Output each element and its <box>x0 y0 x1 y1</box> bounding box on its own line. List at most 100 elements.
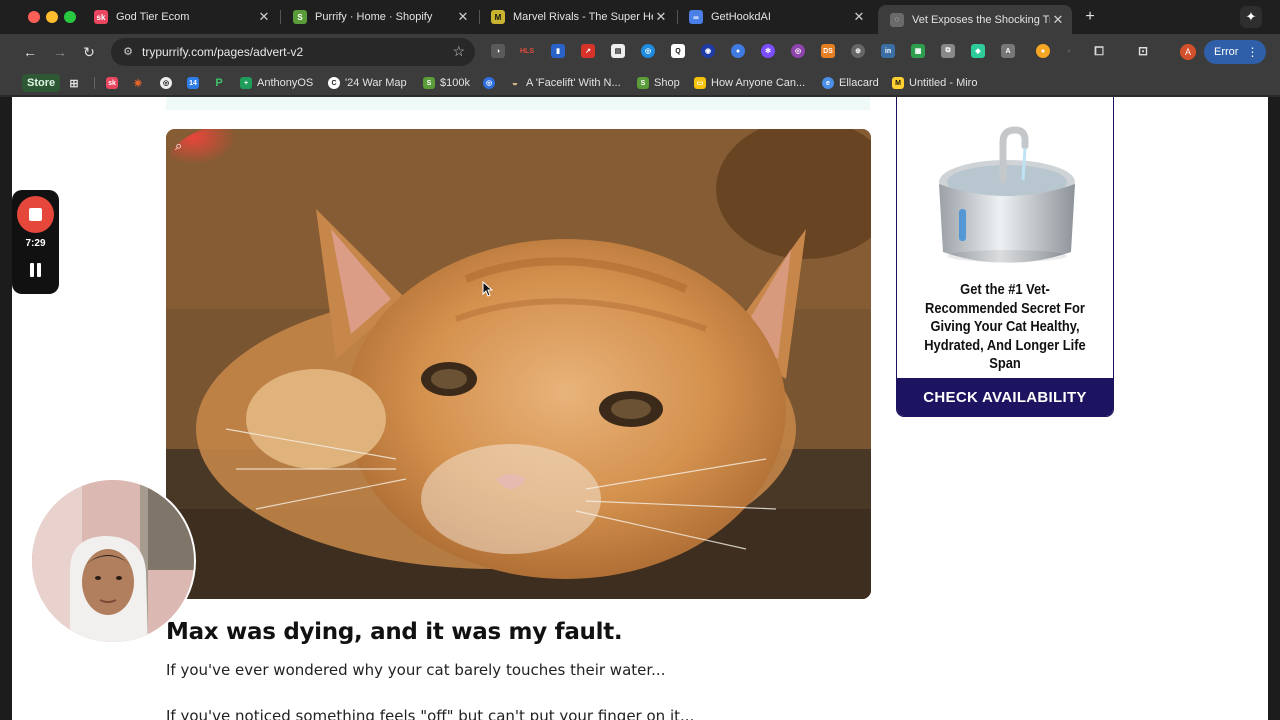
water-fountain-product-image <box>939 126 1075 263</box>
minimize-window-button[interactable] <box>46 11 58 23</box>
extension-icon[interactable]: Q <box>671 44 685 58</box>
reload-icon[interactable]: ↻ <box>80 43 98 61</box>
close-tab-icon[interactable]: ✕ <box>653 9 669 25</box>
shopify-icon: S <box>423 77 435 89</box>
article-paragraph: If you've ever wondered why your cat bar… <box>166 661 666 679</box>
tab-title: Marvel Rivals - The Super He <box>513 11 653 23</box>
extension-icon[interactable]: ✻ <box>761 44 775 58</box>
bookmark-facelift[interactable]: ◒ A 'Facelift' With N... <box>509 75 621 91</box>
site-settings-icon[interactable]: ⚙ <box>120 44 136 60</box>
tab-title: Purrify · Home · Shopify <box>315 11 433 23</box>
bookmark-label: A 'Facelift' With N... <box>526 77 621 89</box>
extension-icon[interactable]: ◉ <box>701 44 715 58</box>
ellacard-icon: e <box>822 77 834 89</box>
close-tab-icon[interactable]: ✕ <box>256 9 272 25</box>
profile-initial: A <box>1184 47 1191 57</box>
bookmark-anthonyos[interactable]: + AnthonyOS <box>240 75 313 91</box>
extension-icon[interactable]: in <box>881 44 895 58</box>
calendar-icon: 14 <box>187 77 199 89</box>
new-tab-button[interactable]: + <box>1082 8 1098 26</box>
extension-icon[interactable]: ◆ <box>971 44 985 58</box>
page-viewport[interactable]: ⌕ Max was dying, and it was my fault. If… <box>0 97 1280 720</box>
bookmark-label: $100k <box>440 77 470 89</box>
sk-logo-icon: sk <box>94 10 108 24</box>
bookmark-how-anyone[interactable]: ▭ How Anyone Can... <box>694 75 805 91</box>
extension-icon[interactable]: ⧉ <box>941 44 955 58</box>
bookmark-sunburst[interactable]: ✷ <box>132 75 149 91</box>
address-bar[interactable]: ⚙ trypurrify.com/pages/advert-v2 ☆ <box>111 38 475 66</box>
gemini-sparkle-icon[interactable]: ✦ <box>1240 6 1262 28</box>
error-label: Error <box>1214 46 1239 58</box>
more-menu-icon[interactable]: ⋮ <box>1246 45 1258 59</box>
extension-icon[interactable]: ◎ <box>641 44 655 58</box>
extension-icon[interactable]: DS <box>821 44 835 58</box>
doc-icon: ▭ <box>694 77 706 89</box>
extension-icon[interactable]: ⊕ <box>851 44 865 58</box>
callout-strip <box>166 97 870 110</box>
bookmark-label: How Anyone Can... <box>711 77 806 89</box>
extension-icon[interactable]: ● <box>1036 44 1050 58</box>
close-tab-icon[interactable]: ✕ <box>1050 12 1066 28</box>
close-tab-icon[interactable]: ✕ <box>455 9 471 25</box>
cat-hero-image[interactable]: ⌕ <box>166 129 871 599</box>
bookmark-label: '24 War Map <box>345 77 407 89</box>
close-tab-icon[interactable]: ✕ <box>851 9 867 25</box>
bookmark-miro[interactable]: M Untitled - Miro <box>892 75 977 91</box>
extension-icon[interactable]: ◎ <box>791 44 805 58</box>
bookmark-calendar[interactable]: 14 <box>187 75 204 91</box>
blue-circle-icon: ◎ <box>483 77 495 89</box>
extension-icon[interactable]: ▤ <box>611 44 625 58</box>
back-arrow-icon[interactable]: ← <box>21 43 39 61</box>
extension-icon[interactable]: ▮ <box>551 44 565 58</box>
bookmark-separator <box>94 77 95 89</box>
zoom-magnifier-icon[interactable]: ⌕ <box>175 138 191 154</box>
maximize-window-button[interactable] <box>64 11 76 23</box>
openai-icon: ◎ <box>160 77 172 89</box>
stop-recording-button[interactable] <box>17 196 54 233</box>
extension-icon[interactable]: HLS <box>520 44 534 58</box>
globe-icon: ◌ <box>890 12 904 27</box>
bookmark-openai[interactable]: ◎ <box>160 75 177 91</box>
tab-marvel-rivals[interactable]: M Marvel Rivals - The Super He ✕ <box>479 4 675 30</box>
tab-god-tier-ecom[interactable]: sk God Tier Ecom ✕ <box>82 4 278 30</box>
c-logo-icon: C <box>328 77 340 89</box>
bookmark-war-map[interactable]: C '24 War Map <box>328 75 407 91</box>
check-availability-button[interactable]: CHECK AVAILABILITY <box>897 378 1113 416</box>
bowl-icon: ◒ <box>511 77 519 89</box>
profile-avatar[interactable]: A <box>1180 44 1196 60</box>
pause-icon[interactable] <box>29 263 42 277</box>
sidebar-ad[interactable]: Get the #1 Vet-Recommended Secret For Gi… <box>896 97 1114 417</box>
tab-gethookdai[interactable]: ∞ GetHookdAI ✕ <box>677 4 873 30</box>
extensions-puzzle-icon[interactable]: ⧠ <box>1092 44 1106 58</box>
bookmark-label: Untitled - Miro <box>909 77 978 89</box>
forward-arrow-icon[interactable]: → <box>51 43 69 61</box>
close-window-button[interactable] <box>28 11 40 23</box>
extension-icon[interactable]: ● <box>731 44 745 58</box>
apps-grid-icon[interactable]: ⊞ <box>68 75 85 91</box>
sheets-plus-icon: + <box>240 77 252 89</box>
bookmark-star-icon[interactable]: ☆ <box>452 43 465 60</box>
sunburst-icon: ✷ <box>133 77 143 90</box>
webcam-bubble[interactable] <box>30 478 196 644</box>
tab-search-icon[interactable]: ⊡ <box>1136 44 1150 58</box>
recording-timer: 7:29 <box>25 238 46 249</box>
error-button[interactable]: Error ⋮ <box>1204 40 1266 64</box>
shopify-icon: S <box>293 10 307 24</box>
extension-icon[interactable]: A <box>1001 44 1015 58</box>
shopify-icon: S <box>637 77 649 89</box>
bookmark-p[interactable]: P <box>213 75 230 91</box>
bookmark-shop[interactable]: S Shop <box>637 75 680 91</box>
bookmark-ellacard[interactable]: e Ellacard <box>822 75 879 91</box>
bookmark-100k[interactable]: S $100k <box>423 75 470 91</box>
extension-icon[interactable]: ↗ <box>581 44 595 58</box>
tab-purrify-shopify[interactable]: S Purrify · Home · Shopify ✕ <box>281 4 477 30</box>
bookmark-store[interactable]: Store <box>22 74 61 92</box>
bookmark-blue[interactable]: ◎ <box>483 75 500 91</box>
extension-icon[interactable]: ● <box>1062 44 1076 58</box>
url-text[interactable]: trypurrify.com/pages/advert-v2 <box>142 45 303 59</box>
extension-icon[interactable]: ▦ <box>911 44 925 58</box>
extension-icon[interactable]: ◑ <box>491 44 505 58</box>
tab-vet-exposes[interactable]: ◌ Vet Exposes the Shocking Tru ✕ <box>878 5 1072 34</box>
bookmark-sk[interactable]: sk <box>106 75 123 91</box>
sk-logo-icon: sk <box>106 77 118 89</box>
